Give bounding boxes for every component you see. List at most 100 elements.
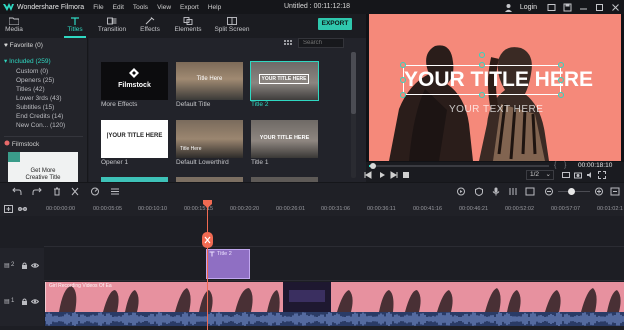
export-button[interactable]: EXPORT [318,18,352,30]
search-input[interactable] [298,38,344,48]
preview-subtitle-text: YOUR TEXT HERE [449,104,544,115]
lock-icon[interactable] [21,298,28,305]
sidebar-item-custom[interactable]: Custom (0) [16,68,48,75]
title-card-default-lowerthird[interactable]: Title Here Default Lowerthird [176,120,243,166]
play-icon[interactable] [378,171,386,179]
undo-icon[interactable] [12,187,22,196]
fit-timeline-icon[interactable] [610,187,620,196]
resize-handle[interactable] [479,92,485,98]
title-card-default-title[interactable]: Title Here Default Title [176,62,243,108]
ad-text-line2: Creative Title [25,175,61,181]
fullscreen-icon[interactable] [598,171,606,179]
timeline-ruler[interactable]: 00:00:00:00 00:00:05:05 00:00:10:10 00:0… [0,200,624,216]
microphone-icon[interactable] [491,187,501,196]
tab-elements[interactable]: Elements [174,14,202,38]
preview-canvas[interactable]: YOUR TITLE HERE YOUR TEXT HERE [369,14,621,161]
visibility-icon[interactable] [31,298,39,305]
audio-mixer-icon[interactable] [508,187,518,196]
menu-file[interactable]: File [93,4,103,11]
menu-help[interactable]: Help [208,4,221,11]
stop-icon[interactable] [402,171,410,179]
sidebar-item-lower-thirds[interactable]: Lower 3rds (43) [16,95,62,102]
zoom-in-icon[interactable] [594,187,604,196]
sidebar-item-subtitles[interactable]: Subtitles (15) [16,104,54,111]
link-icon[interactable] [18,205,27,213]
shield-icon[interactable] [474,187,484,196]
tab-effects[interactable]: Effects [138,14,162,38]
resize-handle[interactable] [400,77,406,83]
sidebar-filmstock[interactable]: Filmstock [4,140,39,148]
minimize-icon[interactable] [579,3,588,12]
sidebar-item-new-content[interactable]: New Con... (120) [16,122,65,129]
speed-icon[interactable] [90,187,100,196]
browser-scrollbar[interactable] [351,52,356,178]
playback-progress-track[interactable] [369,163,549,169]
scrollbar-thumb[interactable] [351,52,356,114]
title-text-box[interactable]: YOUR TITLE HERE [403,65,593,95]
zoom-out-icon[interactable] [544,187,554,196]
title-browser: Filmstock More Effects Title Here Defaul… [89,38,366,182]
mark-in-icon[interactable]: { [554,162,556,169]
grid-view-icon[interactable] [284,40,292,47]
save-icon[interactable] [563,3,572,12]
zoom-slider-track[interactable] [558,188,590,195]
visibility-icon[interactable] [31,262,39,269]
resize-handle[interactable] [479,62,485,68]
sidebar-favorite[interactable]: ♥ Favorite (0) [4,42,43,49]
resize-handle[interactable] [558,62,564,68]
snapshot-icon[interactable] [574,171,582,179]
video-clip[interactable]: Girl Recording Videos Of Ea [45,282,624,312]
maximize-icon[interactable] [595,3,604,12]
split-marker-icon[interactable] [202,232,213,248]
resize-handle[interactable] [558,92,564,98]
previous-frame-icon[interactable] [364,171,372,179]
close-icon[interactable] [611,3,620,12]
resize-handle[interactable] [400,62,406,68]
playhead-line[interactable] [207,200,208,330]
thumbnail: YOUR TITLE HERE [250,61,319,101]
cut-icon[interactable] [70,187,80,196]
mark-out-icon[interactable]: } [564,162,566,169]
next-frame-icon[interactable] [390,171,398,179]
menu-edit[interactable]: Edit [113,4,124,11]
ruler-tick: 00:00:10:10 [138,206,168,212]
preview-quality-select[interactable]: 1/2 ⌄ [526,170,554,180]
menu-tools[interactable]: Tools [133,4,148,11]
adjust-icon[interactable] [110,187,120,196]
volume-icon[interactable] [586,171,594,179]
delete-icon[interactable] [52,187,62,196]
playback-progress-knob[interactable] [369,163,376,169]
add-track-icon[interactable] [4,205,13,213]
render-preview-icon[interactable] [562,171,570,179]
tab-transition[interactable]: Transition [96,14,128,38]
tab-media[interactable]: Media [2,14,26,38]
resize-handle[interactable] [400,92,406,98]
rotate-handle[interactable] [479,52,485,58]
zoom-slider-knob[interactable] [568,188,575,195]
tab-titles[interactable]: Titles [62,14,88,38]
resize-handle[interactable] [558,77,564,83]
title-card-title-2[interactable]: YOUR TITLE HERE Title 2 [250,61,319,108]
title-card-title-1[interactable]: YOUR TITLE HERE Title 1 [251,120,318,166]
sidebar-included-group[interactable]: ▾ Included (259) [4,57,51,65]
account-icon[interactable] [504,3,513,12]
menu-export[interactable]: Export [180,4,199,11]
playhead-handle-icon[interactable] [203,200,212,208]
sidebar-item-titles[interactable]: Titles (42) [16,86,45,93]
title-card-more-effects[interactable]: Filmstock More Effects [101,62,168,108]
audio-waveform[interactable] [45,312,624,326]
voiceover-icon[interactable] [525,187,535,196]
redo-icon[interactable] [32,187,42,196]
title-bar: Wondershare Filmora File Edit Tools View… [0,0,624,14]
login-link[interactable]: Login [520,4,537,11]
notification-icon[interactable] [547,3,556,12]
menu-view[interactable]: View [157,4,171,11]
sidebar-item-openers[interactable]: Openers (25) [16,77,54,84]
lock-icon[interactable] [21,262,28,269]
title-card-opener-1[interactable]: |YOUR TITLE HERE Opener 1 [101,120,168,166]
sidebar-item-end-credits[interactable]: End Credits (14) [16,113,63,120]
video-clip-filmstrip [45,282,621,312]
tab-split-screen[interactable]: Split Screen [214,14,250,38]
title-clip[interactable]: Title 2 [206,249,250,279]
render-icon[interactable] [456,187,466,196]
